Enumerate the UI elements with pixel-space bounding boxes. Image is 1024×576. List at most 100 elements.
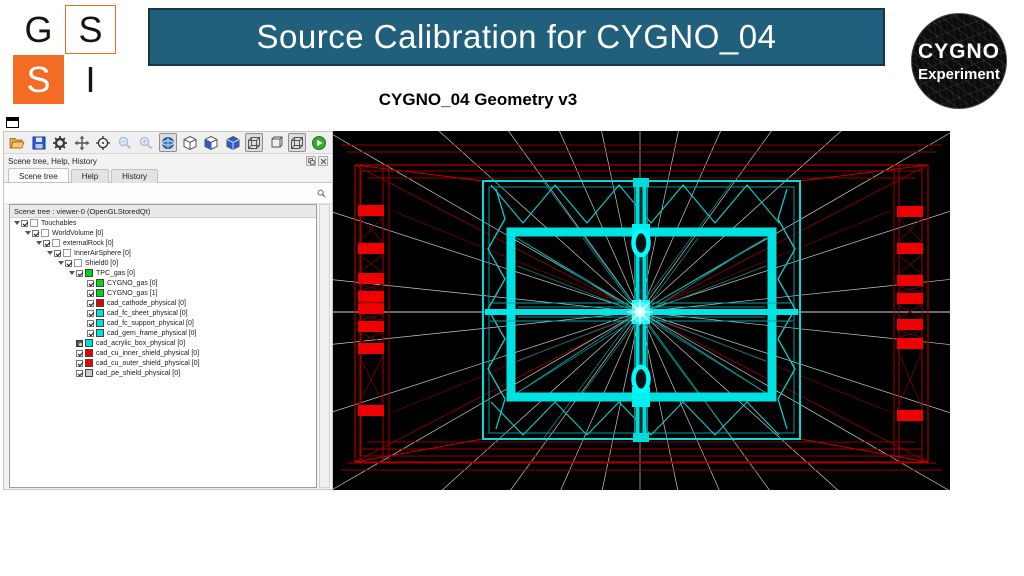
tree-item-label: InnerAirSphere [0] [74, 250, 131, 257]
expand-arrow-icon[interactable] [57, 261, 65, 265]
zoom-in-icon [138, 135, 154, 151]
expand-arrow-icon[interactable] [35, 241, 43, 245]
tree-item[interactable]: cad_cu_outer_shield_physical [0] [10, 358, 316, 368]
tree-item-label: WorldVolume [0] [52, 230, 103, 237]
gssi-letter-g: G [13, 5, 64, 54]
visibility-checkbox[interactable] [76, 270, 83, 277]
color-swatch [96, 309, 104, 317]
expand-arrow-icon[interactable] [68, 271, 76, 275]
open-file-button[interactable] [8, 133, 27, 152]
tree-item[interactable]: cad_gem_frame_physical [0] [10, 328, 316, 338]
scene-tree-title: Scene tree : viewer-0 (OpenGLStoredQt) [10, 205, 316, 218]
gssi-letter-s-bottom: S [13, 55, 64, 104]
save-icon [31, 135, 47, 151]
visibility-checkbox[interactable] [87, 300, 94, 307]
hidden-line-mode-button[interactable] [202, 133, 221, 152]
scene-tree-list: Touchables WorldVolume [0] externalRock [0… [10, 218, 316, 378]
tree-item[interactable]: InnerAirSphere [0] [10, 248, 316, 258]
slide-subtitle: CYGNO_04 Geometry v3 [298, 90, 658, 110]
visibility-checkbox[interactable] [76, 340, 83, 347]
visibility-checkbox[interactable] [87, 330, 94, 337]
expand-arrow-icon[interactable] [13, 221, 21, 225]
solid-mode-icon [225, 135, 241, 151]
tree-item[interactable]: cad_fc_sheet_physical [0] [10, 308, 316, 318]
dock-tabs: Scene treeHelpHistory [4, 168, 332, 183]
solid-mode-button[interactable] [223, 133, 242, 152]
tree-item-label: externalRock [0] [63, 240, 114, 247]
visibility-checkbox[interactable] [21, 220, 28, 227]
color-swatch [96, 319, 104, 327]
slide-title-banner: Source Calibration for CYGNO_04 [148, 8, 885, 66]
rotate-view-button[interactable] [159, 133, 178, 152]
pick-crosshair-button[interactable] [94, 133, 113, 152]
move-button[interactable] [73, 133, 92, 152]
wireframe-mode-button[interactable] [180, 133, 199, 152]
tree-item-label: cad_fc_sheet_physical [0] [107, 310, 188, 317]
visibility-checkbox[interactable] [87, 290, 94, 297]
expand-arrow-icon[interactable] [24, 231, 32, 235]
settings-gear-icon [52, 135, 68, 151]
tree-item-label: cad_gem_frame_physical [0] [107, 330, 197, 337]
wireframe-mode-icon [182, 135, 198, 151]
close-icon [320, 158, 327, 165]
scene-tree-scrollbar[interactable] [319, 204, 330, 488]
tab-help[interactable]: Help [71, 169, 109, 183]
axes-cube-button[interactable] [266, 133, 285, 152]
tree-item[interactable]: cad_cathode_physical [0] [10, 298, 316, 308]
run-beam-button[interactable] [309, 133, 328, 152]
visibility-checkbox[interactable] [76, 350, 83, 357]
cygno-logo-subtitle: Experiment [912, 66, 1006, 83]
visibility-checkbox[interactable] [65, 260, 72, 267]
dock-float-button[interactable] [306, 156, 316, 166]
cygno-experiment-logo: CYGNO Experiment [911, 13, 1007, 109]
color-swatch [85, 349, 93, 357]
tree-item-label: cad_pe_shield_physical [0] [96, 370, 180, 377]
tree-item[interactable]: Shield0 [0] [10, 258, 316, 268]
visibility-checkbox[interactable] [87, 310, 94, 317]
pick-crosshair-icon [95, 135, 111, 151]
color-swatch [63, 249, 71, 257]
save-button[interactable] [30, 133, 49, 152]
dock-close-button[interactable] [318, 156, 328, 166]
visibility-checkbox[interactable] [43, 240, 50, 247]
scene-tree-search-input[interactable] [10, 186, 317, 200]
visibility-checkbox[interactable] [87, 280, 94, 287]
zoom-in-button[interactable] [137, 133, 156, 152]
visibility-checkbox[interactable] [32, 230, 39, 237]
tree-item[interactable]: cad_fc_support_physical [0] [10, 318, 316, 328]
tree-item[interactable]: WorldVolume [0] [10, 228, 316, 238]
tree-item[interactable]: CYGNO_gas [0] [10, 278, 316, 288]
scene-tree-dock: Scene tree, Help, History Scene treeHelp… [3, 131, 333, 490]
color-swatch [96, 329, 104, 337]
tree-item[interactable]: Touchables [10, 218, 316, 228]
color-swatch [85, 269, 93, 277]
visibility-checkbox[interactable] [87, 320, 94, 327]
tree-item[interactable]: cad_pe_shield_physical [0] [10, 368, 316, 378]
tree-item-label: Shield0 [0] [85, 260, 118, 267]
search-icon [317, 189, 326, 198]
tree-item-label: Touchables [41, 220, 76, 227]
visibility-checkbox[interactable] [76, 370, 83, 377]
visibility-checkbox[interactable] [54, 250, 61, 257]
tree-item[interactable]: cad_cu_inner_shield_physical [0] [10, 348, 316, 358]
color-swatch [96, 279, 104, 287]
perspective-projection-button[interactable] [245, 133, 264, 152]
color-swatch [74, 259, 82, 267]
visibility-checkbox[interactable] [76, 360, 83, 367]
opengl-viewport[interactable] [333, 131, 950, 490]
window-titlebar-icon[interactable] [6, 117, 19, 128]
tree-item-label: TPC_gas [0] [96, 270, 135, 277]
tree-item[interactable]: CYGNO_gas [1] [10, 288, 316, 298]
tree-item[interactable]: TPC_gas [0] [10, 268, 316, 278]
tab-history[interactable]: History [111, 169, 158, 183]
settings-gear-button[interactable] [51, 133, 70, 152]
expand-arrow-icon[interactable] [46, 251, 54, 255]
tree-item[interactable]: cad_acrylic_box_physical [0] [10, 338, 316, 348]
axes-cube-icon [268, 135, 284, 151]
hidden-line-mode-icon [203, 135, 219, 151]
geometry-render [333, 131, 950, 490]
orthographic-projection-button[interactable] [288, 133, 307, 152]
zoom-out-button[interactable] [116, 133, 135, 152]
tree-item[interactable]: externalRock [0] [10, 238, 316, 248]
tab-scene-tree[interactable]: Scene tree [8, 168, 69, 182]
